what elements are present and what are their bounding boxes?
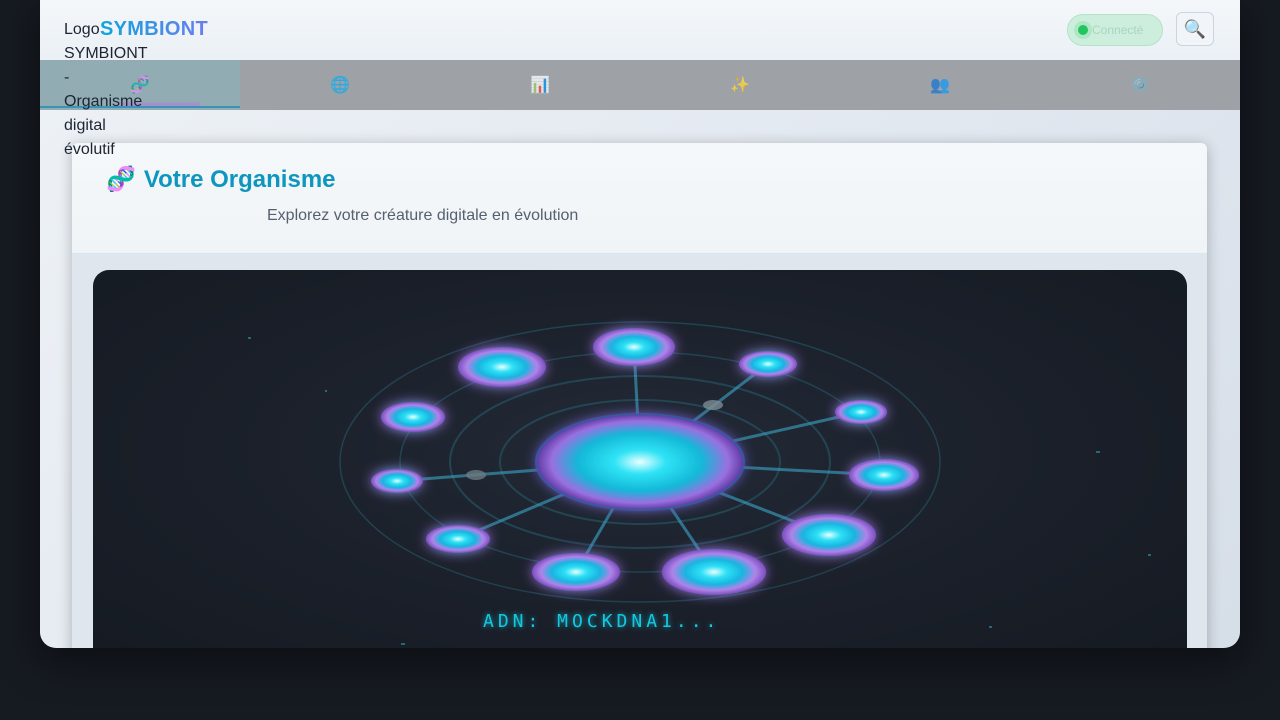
organism-visualization[interactable]: ADN: MOCKDNA1... xyxy=(93,270,1187,648)
status-dot-icon xyxy=(1078,25,1088,35)
bar-chart-icon: 📊 xyxy=(530,77,550,94)
gear-icon: ⚙️ xyxy=(1130,77,1150,94)
organism-node[interactable] xyxy=(835,400,887,424)
organism-node[interactable] xyxy=(532,553,620,591)
organism-node[interactable] xyxy=(381,402,445,432)
main-nav: 🧬 🌐 📊 ✨ 👥 ⚙️ xyxy=(40,60,1240,110)
status-label: Connecté xyxy=(1092,23,1144,37)
nav-tab-stats[interactable]: 📊 xyxy=(440,60,640,110)
organism-panel: 🧬 Votre Organisme Explorez votre créatur… xyxy=(72,143,1207,648)
core-cell[interactable] xyxy=(535,413,745,511)
app-window: Logo SYMBIONT - Organisme digital évolut… xyxy=(40,0,1240,648)
organism-node[interactable] xyxy=(782,514,876,556)
people-icon: 👥 xyxy=(930,77,950,94)
page-title: 🧬 Votre Organisme xyxy=(106,165,336,194)
dna-label: ADN: MOCKDNA1... xyxy=(483,611,721,632)
organism-node[interactable] xyxy=(849,459,919,491)
organism-node[interactable] xyxy=(426,525,490,553)
search-icon: 🔍 xyxy=(1183,18,1207,39)
brand-name[interactable]: SYMBIONT xyxy=(100,18,208,41)
dna-icon: 🧬 xyxy=(106,166,136,193)
small-particle xyxy=(466,470,486,480)
nav-tab-evolution[interactable]: ✨ xyxy=(640,60,840,110)
nav-tab-social[interactable]: 👥 xyxy=(840,60,1040,110)
nav-tab-network[interactable]: 🌐 xyxy=(240,60,440,110)
organism-node[interactable] xyxy=(662,549,766,595)
organism-node[interactable] xyxy=(458,347,546,387)
globe-icon: 🌐 xyxy=(330,77,350,94)
organism-node[interactable] xyxy=(593,328,675,366)
organism-node[interactable] xyxy=(371,469,423,493)
organism-graph xyxy=(248,321,1151,645)
small-particle xyxy=(703,400,723,410)
app-header: Logo SYMBIONT - Organisme digital évolut… xyxy=(40,0,1240,158)
search-button[interactable]: 🔍 xyxy=(1176,12,1214,46)
organism-node[interactable] xyxy=(739,351,797,377)
connection-status-badge: Connecté xyxy=(1067,14,1163,46)
page-subtitle: Explorez votre créature digitale en évol… xyxy=(267,207,579,224)
panel-header: 🧬 Votre Organisme Explorez votre créatur… xyxy=(72,143,1207,254)
nav-tab-settings[interactable]: ⚙️ xyxy=(1040,60,1240,110)
page-title-text: Votre Organisme xyxy=(143,165,336,193)
sparkles-icon: ✨ xyxy=(730,77,750,94)
